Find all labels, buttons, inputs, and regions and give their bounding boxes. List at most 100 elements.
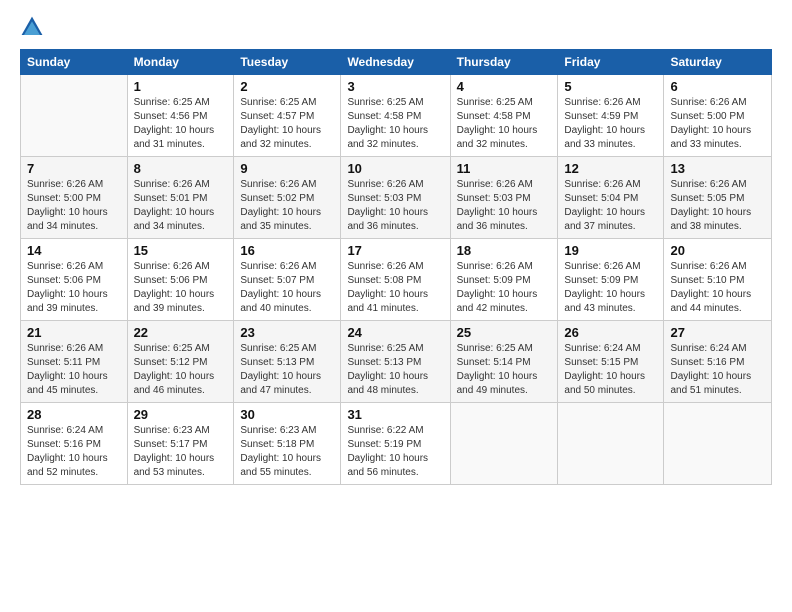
day-number: 7 [27,161,121,176]
day-info: Sunrise: 6:26 AM Sunset: 5:00 PM Dayligh… [670,96,765,152]
day-number: 19 [564,243,657,258]
day-number: 29 [134,407,228,422]
day-info: Sunrise: 6:26 AM Sunset: 5:04 PM Dayligh… [564,178,657,234]
header [20,15,772,39]
week-row-5: 28Sunrise: 6:24 AM Sunset: 5:16 PM Dayli… [21,403,772,485]
day-cell: 4 Sunrise: 6:25 AM Sunset: 4:58 PM Daylig… [450,75,558,157]
weekday-header-tuesday: Tuesday [234,50,341,75]
day-info: Sunrise: 6:25 AM Sunset: 4:58 PM Dayligh… [457,96,552,152]
day-number: 5 [564,79,657,94]
day-info: Sunrise: 6:22 AM Sunset: 5:19 PM Dayligh… [347,424,443,480]
day-number: 31 [347,407,443,422]
day-info: Sunrise: 6:25 AM Sunset: 5:13 PM Dayligh… [347,342,443,398]
day-number: 30 [240,407,334,422]
day-cell: 11Sunrise: 6:26 AM Sunset: 5:03 PM Dayli… [450,157,558,239]
day-number: 12 [564,161,657,176]
day-cell: 25 Sunrise: 6:25 AM Sunset: 5:14 PM Dayli… [450,321,558,403]
day-number: 2 [240,79,334,94]
weekday-header-thursday: Thursday [450,50,558,75]
day-cell: 9Sunrise: 6:26 AM Sunset: 5:02 PM Daylig… [234,157,341,239]
day-info: Sunrise: 6:23 AM Sunset: 5:17 PM Dayligh… [134,424,228,480]
day-cell: 6 Sunrise: 6:26 AM Sunset: 5:00 PM Daylig… [664,75,772,157]
day-number: 6 [670,79,765,94]
day-number: 24 [347,325,443,340]
day-info: Sunrise: 6:24 AM Sunset: 5:15 PM Dayligh… [564,342,657,398]
logo [20,15,48,39]
day-cell: 20 Sunrise: 6:26 AM Sunset: 5:10 PM Dayli… [664,239,772,321]
day-cell: 30 Sunrise: 6:23 AM Sunset: 5:18 PM Dayli… [234,403,341,485]
day-info: Sunrise: 6:26 AM Sunset: 5:09 PM Dayligh… [564,260,657,316]
day-info: Sunrise: 6:26 AM Sunset: 5:03 PM Dayligh… [457,178,552,234]
day-info: Sunrise: 6:26 AM Sunset: 5:08 PM Dayligh… [347,260,443,316]
day-cell: 1 Sunrise: 6:25 AM Sunset: 4:56 PM Daylig… [127,75,234,157]
week-row-1: 1 Sunrise: 6:25 AM Sunset: 4:56 PM Daylig… [21,75,772,157]
weekday-header-saturday: Saturday [664,50,772,75]
day-cell: 29 Sunrise: 6:23 AM Sunset: 5:17 PM Dayli… [127,403,234,485]
day-cell: 22Sunrise: 6:25 AM Sunset: 5:12 PM Dayli… [127,321,234,403]
day-number: 10 [347,161,443,176]
day-cell [21,75,128,157]
day-number: 22 [134,325,228,340]
weekday-header-friday: Friday [558,50,664,75]
day-cell: 18 Sunrise: 6:26 AM Sunset: 5:09 PM Dayli… [450,239,558,321]
day-cell: 7 Sunrise: 6:26 AM Sunset: 5:00 PM Daylig… [21,157,128,239]
day-info: Sunrise: 6:26 AM Sunset: 5:05 PM Dayligh… [670,178,765,234]
day-info: Sunrise: 6:25 AM Sunset: 4:57 PM Dayligh… [240,96,334,152]
header-row: SundayMondayTuesdayWednesdayThursdayFrid… [21,50,772,75]
day-info: Sunrise: 6:26 AM Sunset: 5:06 PM Dayligh… [27,260,121,316]
weekday-header-sunday: Sunday [21,50,128,75]
day-number: 8 [134,161,228,176]
day-cell: 16 Sunrise: 6:26 AM Sunset: 5:07 PM Dayli… [234,239,341,321]
day-info: Sunrise: 6:26 AM Sunset: 5:03 PM Dayligh… [347,178,443,234]
day-number: 14 [27,243,121,258]
day-info: Sunrise: 6:26 AM Sunset: 5:10 PM Dayligh… [670,260,765,316]
day-cell [558,403,664,485]
day-info: Sunrise: 6:24 AM Sunset: 5:16 PM Dayligh… [670,342,765,398]
day-cell: 23 Sunrise: 6:25 AM Sunset: 5:13 PM Dayli… [234,321,341,403]
day-number: 23 [240,325,334,340]
day-info: Sunrise: 6:25 AM Sunset: 5:14 PM Dayligh… [457,342,552,398]
day-cell: 5Sunrise: 6:26 AM Sunset: 4:59 PM Daylig… [558,75,664,157]
day-info: Sunrise: 6:26 AM Sunset: 5:06 PM Dayligh… [134,260,228,316]
day-info: Sunrise: 6:25 AM Sunset: 4:56 PM Dayligh… [134,96,228,152]
day-cell: 10 Sunrise: 6:26 AM Sunset: 5:03 PM Dayli… [341,157,450,239]
day-number: 26 [564,325,657,340]
day-number: 1 [134,79,228,94]
day-cell: 3Sunrise: 6:25 AM Sunset: 4:58 PM Daylig… [341,75,450,157]
day-number: 25 [457,325,552,340]
day-cell: 24 Sunrise: 6:25 AM Sunset: 5:13 PM Dayli… [341,321,450,403]
page: SundayMondayTuesdayWednesdayThursdayFrid… [0,0,792,612]
day-number: 20 [670,243,765,258]
day-cell: 8Sunrise: 6:26 AM Sunset: 5:01 PM Daylig… [127,157,234,239]
day-number: 18 [457,243,552,258]
day-info: Sunrise: 6:26 AM Sunset: 5:00 PM Dayligh… [27,178,121,234]
day-cell: 14 Sunrise: 6:26 AM Sunset: 5:06 PM Dayli… [21,239,128,321]
week-row-2: 7 Sunrise: 6:26 AM Sunset: 5:00 PM Daylig… [21,157,772,239]
day-number: 28 [27,407,121,422]
day-cell [664,403,772,485]
day-number: 16 [240,243,334,258]
weekday-header-wednesday: Wednesday [341,50,450,75]
day-number: 17 [347,243,443,258]
day-number: 13 [670,161,765,176]
day-info: Sunrise: 6:26 AM Sunset: 5:07 PM Dayligh… [240,260,334,316]
day-number: 9 [240,161,334,176]
day-cell: 17 Sunrise: 6:26 AM Sunset: 5:08 PM Dayli… [341,239,450,321]
day-number: 27 [670,325,765,340]
day-cell: 13 Sunrise: 6:26 AM Sunset: 5:05 PM Dayli… [664,157,772,239]
day-number: 3 [347,79,443,94]
day-cell: 2 Sunrise: 6:25 AM Sunset: 4:57 PM Daylig… [234,75,341,157]
week-row-4: 21 Sunrise: 6:26 AM Sunset: 5:11 PM Dayli… [21,321,772,403]
day-cell: 28Sunrise: 6:24 AM Sunset: 5:16 PM Dayli… [21,403,128,485]
day-cell: 26 Sunrise: 6:24 AM Sunset: 5:15 PM Dayli… [558,321,664,403]
day-info: Sunrise: 6:23 AM Sunset: 5:18 PM Dayligh… [240,424,334,480]
day-number: 21 [27,325,121,340]
day-cell: 12 Sunrise: 6:26 AM Sunset: 5:04 PM Dayli… [558,157,664,239]
week-row-3: 14 Sunrise: 6:26 AM Sunset: 5:06 PM Dayli… [21,239,772,321]
day-info: Sunrise: 6:26 AM Sunset: 5:09 PM Dayligh… [457,260,552,316]
day-number: 4 [457,79,552,94]
day-info: Sunrise: 6:26 AM Sunset: 5:11 PM Dayligh… [27,342,121,398]
day-info: Sunrise: 6:25 AM Sunset: 5:13 PM Dayligh… [240,342,334,398]
day-cell: 31 Sunrise: 6:22 AM Sunset: 5:19 PM Dayli… [341,403,450,485]
calendar-table: SundayMondayTuesdayWednesdayThursdayFrid… [20,49,772,485]
